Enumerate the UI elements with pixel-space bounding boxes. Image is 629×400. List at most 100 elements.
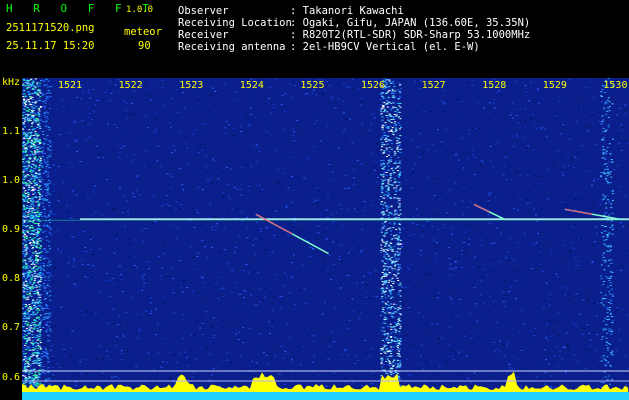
streak-dot [39,228,42,230]
streak-dot [27,193,30,195]
streak-dot [46,224,49,226]
noise-dot [505,256,507,258]
streak-dot [22,360,25,361]
noise-dot [165,290,168,292]
noise-dot [505,257,508,259]
streak-dot [23,78,26,80]
noise-dot [249,313,252,315]
noise-dot [545,359,548,360]
noise-dot [85,250,88,252]
noise-dot [597,154,600,156]
streak-dot [42,198,45,200]
noise-dot [417,363,420,365]
noise-dot [519,339,522,341]
noise-dot [384,156,387,158]
streak-dot [29,154,32,156]
noise-dot [219,288,222,290]
noise-dot [462,214,465,216]
streak-dot [392,346,395,348]
noise-dot [476,101,479,103]
noise-dot [143,282,146,284]
noise-dot [143,138,146,140]
noise-dot [577,109,580,111]
noise-dot [343,140,346,142]
noise-dot [121,212,124,214]
noise-dot [84,276,87,278]
noise-dot [128,114,131,116]
noise-dot [227,195,230,197]
noise-dot [169,224,172,226]
noise-dot [189,303,192,305]
noise-dot [431,323,433,325]
streak-dot [49,321,52,323]
noise-dot [544,237,547,239]
noise-dot [270,321,273,323]
noise-dot [567,266,570,268]
streak-dot [40,202,43,204]
noise-dot [513,260,516,262]
noise-dot [187,163,190,165]
noise-dot [470,382,473,383]
streak-dot [386,253,388,254]
noise-dot [213,159,215,161]
noise-dot [591,111,593,113]
noise-dot [471,128,474,130]
streak-dot [34,326,36,328]
noise-dot [574,223,576,225]
streak-dot [31,211,34,213]
noise-dot [508,342,511,344]
noise-dot [220,344,223,346]
noise-dot [85,140,88,141]
streak-dot [35,232,38,233]
noise-dot [43,344,46,346]
noise-dot [517,320,519,322]
streak-dot [33,377,36,379]
streak-dot [30,244,33,246]
noise-dot [469,272,472,274]
noise-dot [332,243,335,245]
noise-dot [209,263,212,265]
streak-dot [33,229,36,231]
noise-dot [504,306,506,308]
streak-dot [387,165,390,167]
streak-dot [47,371,50,373]
noise-dot [409,374,412,376]
streak-dot [38,230,41,232]
noise-dot [246,237,249,239]
noise-dot [89,373,91,375]
streak-dot [32,207,35,209]
noise-dot [540,127,543,129]
noise-dot [527,175,529,177]
streak-dot [22,152,25,153]
noise-dot [246,163,249,165]
streak-dot [382,96,385,98]
noise-dot [420,355,423,357]
noise-dot [601,199,604,201]
noise-dot [361,282,364,284]
noise-dot [352,381,355,383]
noise-dot [133,112,136,114]
noise-dot [81,259,84,261]
streak-dot [49,263,52,265]
streak-dot [49,274,52,276]
noise-dot [406,122,409,124]
streak-dot [32,369,35,371]
streak-dot [385,348,388,350]
noise-dot [522,371,525,373]
noise-dot [175,249,178,251]
noise-dot [373,166,376,168]
streak-dot [48,226,51,228]
noise-dot [135,367,138,369]
streak-dot [44,107,46,109]
noise-dot [411,296,414,298]
noise-dot [479,113,482,115]
streak-dot [394,121,397,123]
streak-dot [39,342,42,344]
streak-dot [22,307,24,309]
streak-dot [394,265,396,267]
noise-dot [571,95,574,96]
noise-dot [437,169,440,171]
noise-dot [434,374,436,376]
noise-dot [423,355,426,357]
streak-dot [22,166,25,168]
